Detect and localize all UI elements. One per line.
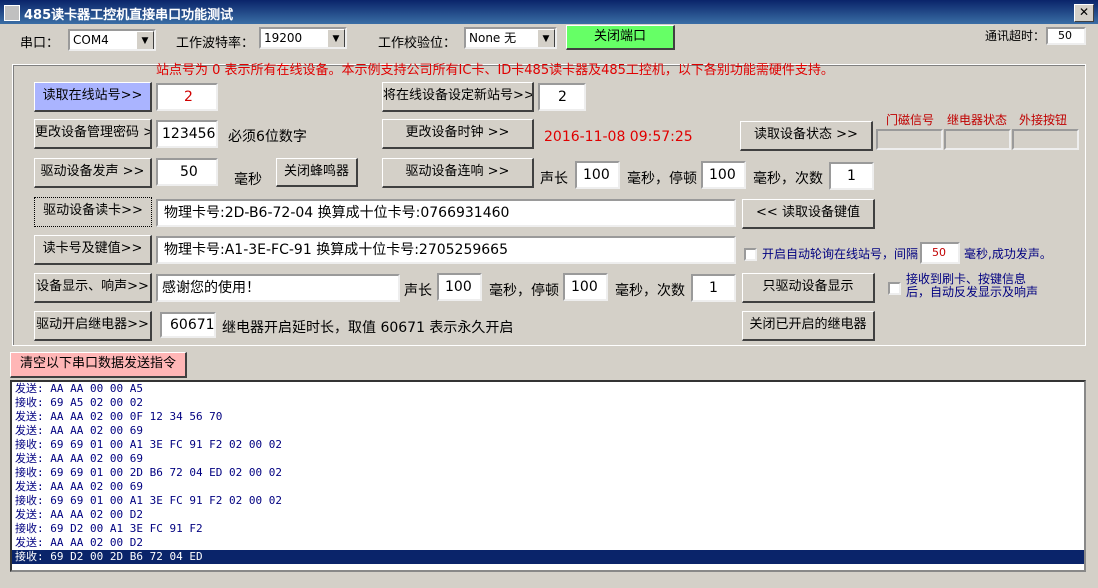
change-clock-button[interactable]: 更改设备时钟 >> — [382, 119, 534, 149]
auto-poll-suffix: 毫秒,成功发声。 — [964, 247, 1052, 261]
external-button-indicator — [1012, 129, 1079, 150]
serial-log[interactable]: 发送: AA AA 00 00 A5 接收: 69 A5 02 00 02 发送… — [10, 380, 1086, 572]
password-input[interactable]: 123456 — [156, 120, 218, 148]
display-sound-length-label: 声长 — [404, 283, 432, 299]
read-key-button[interactable]: << 读取设备键值 — [742, 199, 875, 229]
log-line: 发送: AA AA 02 00 69 — [15, 424, 143, 437]
display-pause-label: 毫秒，停顿 — [489, 283, 559, 299]
close-relay-button[interactable]: 关闭已开启的继电器 — [742, 311, 875, 341]
log-line: 发送: AA AA 02 00 69 — [15, 480, 143, 493]
auto-feedback-label-line2: 后，自动反发显示及响声 — [906, 285, 1039, 299]
close-buzzer-button[interactable]: 关闭蜂鸣器 — [276, 158, 358, 187]
relay-status-indicator — [944, 129, 1011, 150]
sound-length-input[interactable]: 100 — [575, 161, 620, 189]
display-times-input[interactable]: 1 — [691, 274, 736, 302]
password-hint: 必须6位数字 — [228, 129, 307, 145]
auto-poll-label: 开启自动轮询在线站号，间隔 — [762, 247, 919, 261]
new-station-input[interactable]: 2 — [538, 83, 586, 111]
display-text-input[interactable]: 感谢您的使用！ — [156, 274, 400, 302]
change-password-button[interactable]: 更改设备管理密码 > — [34, 119, 152, 149]
auto-poll-interval-input[interactable]: 50 — [920, 242, 960, 264]
times-label: 毫秒，次数 — [753, 171, 823, 187]
parity-value: None 无 — [469, 31, 517, 45]
baud-label: 工作波特率： — [176, 36, 255, 51]
relay-hint: 继电器开启延时长，取值 60671 表示永久开启 — [222, 320, 514, 336]
port-label: 串口： — [20, 36, 60, 51]
notice-text: 站点号为 0 表示所有在线设备。本示例支持公司所有IC卡、ID卡485读卡器及4… — [156, 63, 834, 78]
pause-label: 毫秒，停顿 — [627, 171, 697, 187]
log-line: 发送: AA AA 00 00 A5 — [15, 382, 143, 395]
log-line: 发送: AA AA 02 00 0F 12 34 56 70 — [15, 410, 223, 423]
log-line: 发送: AA AA 02 00 D2 — [15, 536, 143, 549]
relay-delay-input[interactable]: 60671 — [160, 312, 216, 338]
external-button-label: 外接按钮 — [1019, 113, 1068, 127]
display-times-label: 毫秒，次数 — [615, 283, 685, 299]
sound-length-label: 声长 — [540, 171, 568, 187]
card-and-key-result[interactable]: 物理卡号:A1-3E-FC-91 换算成十位卡号:2705259665 — [156, 236, 736, 264]
title-bar: 485读卡器工控机直接串口功能测试 ✕ — [0, 0, 1098, 24]
close-port-button[interactable]: 关闭端口 — [566, 25, 675, 50]
log-line: 发送: AA AA 02 00 D2 — [15, 508, 143, 521]
baud-select[interactable]: 19200 ▼ — [259, 27, 347, 49]
station-input[interactable]: 2 — [156, 83, 218, 111]
clock-display: 2016-11-08 09:57:25 — [544, 129, 693, 145]
read-card-result[interactable]: 物理卡号:2D-B6-72-04 换算成十位卡号:0766931460 — [156, 199, 736, 227]
times-input[interactable]: 1 — [829, 162, 874, 190]
read-status-button[interactable]: 读取设备状态 >> — [740, 121, 873, 151]
read-station-button[interactable]: 读取在线站号>> — [34, 82, 152, 112]
log-line: 接收: 69 69 01 00 A1 3E FC 91 F2 02 00 02 — [15, 438, 283, 451]
door-signal-label: 门磁信号 — [886, 113, 935, 127]
display-only-button[interactable]: 只驱动设备显示 — [742, 273, 875, 303]
log-line-selected[interactable]: 接收: 69 D2 00 2D B6 72 04 ED — [12, 550, 1084, 564]
log-line: 接收: 69 69 01 00 A1 3E FC 91 F2 02 00 02 — [15, 494, 283, 507]
port-value: COM4 — [73, 33, 109, 47]
port-select[interactable]: COM4 ▼ — [68, 29, 156, 51]
clear-log-button[interactable]: 清空以下串口数据发送指令 — [10, 352, 187, 378]
log-line: 接收: 69 69 01 00 2D B6 72 04 ED 02 00 02 — [15, 466, 283, 479]
chevron-down-icon[interactable]: ▼ — [537, 29, 555, 47]
chevron-down-icon[interactable]: ▼ — [327, 29, 345, 47]
open-relay-button[interactable]: 驱动开启继电器>> — [34, 311, 152, 341]
read-card-button[interactable]: 驱动设备读卡>> — [34, 197, 152, 227]
ms-unit-label: 毫秒 — [234, 172, 262, 188]
app-icon — [4, 5, 20, 21]
auto-feedback-label: 接收到刷卡、按键信息 后，自动反发显示及响声 — [906, 273, 1038, 299]
chevron-down-icon[interactable]: ▼ — [136, 31, 154, 49]
display-sound-button[interactable]: 设备显示、响声>> — [34, 273, 152, 303]
display-sound-length-input[interactable]: 100 — [437, 273, 482, 301]
card-and-key-button[interactable]: 读卡号及键值>> — [34, 235, 152, 265]
beep-sequence-button[interactable]: 驱动设备连响 >> — [382, 158, 534, 188]
set-station-button[interactable]: 将在线设备设定新站号>> — [382, 82, 534, 112]
log-line: 接收: 69 D2 00 A1 3E FC 91 F2 — [15, 522, 203, 535]
parity-select[interactable]: None 无 ▼ — [464, 27, 557, 49]
baud-value: 19200 — [264, 31, 303, 45]
display-pause-input[interactable]: 100 — [563, 273, 608, 301]
window-title: 485读卡器工控机直接串口功能测试 — [24, 8, 234, 23]
auto-poll-checkbox[interactable] — [744, 248, 757, 261]
log-line: 接收: 69 A5 02 00 02 — [15, 396, 143, 409]
pause-input[interactable]: 100 — [701, 161, 746, 189]
log-line: 发送: AA AA 02 00 69 — [15, 452, 143, 465]
timeout-label: 通讯超时： — [985, 29, 1046, 43]
door-signal-indicator — [876, 129, 943, 150]
timeout-input[interactable]: 50 — [1046, 27, 1086, 45]
beep-button[interactable]: 驱动设备发声 >> — [34, 158, 152, 188]
parity-label: 工作校验位： — [378, 36, 457, 51]
close-window-button[interactable]: ✕ — [1074, 4, 1094, 22]
auto-feedback-checkbox[interactable] — [888, 282, 901, 295]
beep-duration-input[interactable]: 50 — [156, 158, 218, 186]
relay-status-label: 继电器状态 — [947, 113, 1008, 127]
